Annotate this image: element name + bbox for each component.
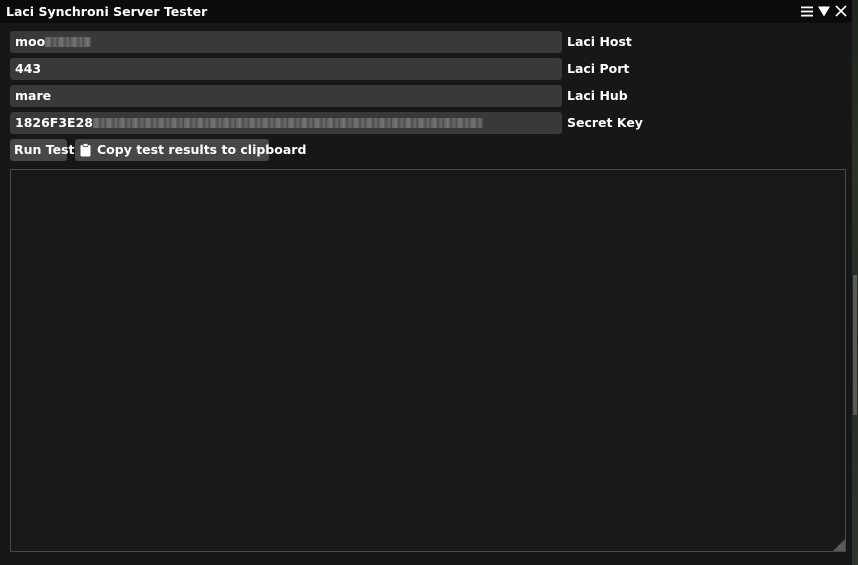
- hub-value: mare: [15, 88, 52, 103]
- server-tester-window: Laci Synchroni Server Tester moo Laci Ho…: [0, 0, 852, 565]
- port-value: 443: [15, 61, 42, 76]
- run-test-button[interactable]: Run Test: [10, 139, 75, 161]
- resize-grip[interactable]: [833, 539, 845, 551]
- copy-results-button[interactable]: Copy test results to clipboard: [75, 139, 306, 161]
- hub-input[interactable]: mare: [10, 85, 562, 107]
- menu-icon[interactable]: [800, 3, 814, 19]
- test-results-output[interactable]: [10, 169, 846, 552]
- redacted-secret-suffix: [92, 117, 483, 128]
- host-label: Laci Host: [567, 34, 632, 49]
- secret-key-input[interactable]: 1826F3E28: [10, 112, 562, 134]
- title-bar[interactable]: Laci Synchroni Server Tester: [0, 0, 852, 23]
- clipboard-icon: [80, 142, 91, 158]
- port-label: Laci Port: [567, 61, 630, 76]
- redacted-host-suffix: [45, 36, 92, 47]
- hub-label: Laci Hub: [567, 88, 628, 103]
- secret-key-value: 1826F3E28: [15, 115, 93, 130]
- host-value: moo: [15, 34, 46, 49]
- host-input[interactable]: moo: [10, 31, 562, 53]
- title-bar-controls: [800, 3, 848, 19]
- close-icon[interactable]: [834, 3, 848, 19]
- run-test-label: Run Test: [14, 142, 75, 157]
- background-scrollbar: [853, 275, 857, 415]
- window-title: Laci Synchroni Server Tester: [6, 4, 208, 19]
- port-input[interactable]: 443: [10, 58, 562, 80]
- collapse-icon[interactable]: [817, 3, 831, 19]
- copy-results-label: Copy test results to clipboard: [97, 142, 307, 157]
- secret-key-label: Secret Key: [567, 115, 643, 130]
